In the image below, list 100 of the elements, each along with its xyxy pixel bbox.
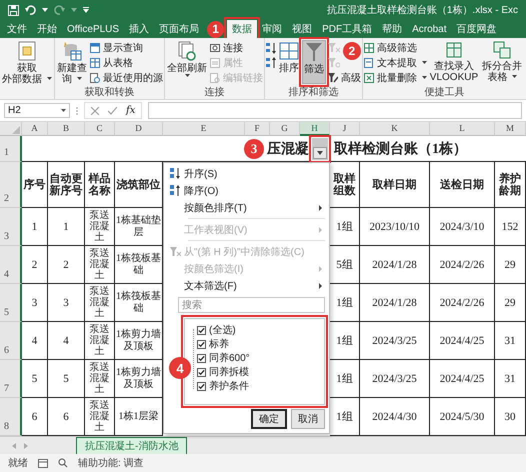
table-cell: 2024/4/25 xyxy=(430,360,495,398)
sort-button[interactable]: 排序 xyxy=(278,40,300,75)
sort-descending-button[interactable] xyxy=(266,55,276,70)
caret-icon[interactable] xyxy=(42,8,48,12)
save-icon[interactable] xyxy=(8,4,19,16)
table-cell: 泵送混凝土 xyxy=(85,360,115,398)
ribbon-tab[interactable]: 文件 xyxy=(2,20,32,38)
callout-number: 4 xyxy=(169,357,191,379)
menu-item[interactable]: 按颜色排序(T) xyxy=(166,199,325,216)
filter-dropdown-button[interactable] xyxy=(313,146,327,158)
clear-filter-button[interactable] xyxy=(328,40,340,55)
table-cell: 2024/3/25 xyxy=(360,360,430,398)
ribbon-tab[interactable]: 帮助 xyxy=(377,20,408,38)
ribbon-tab[interactable]: 视图 xyxy=(287,20,318,38)
row-header[interactable]: 2 xyxy=(0,162,22,208)
column-header[interactable]: E xyxy=(163,122,245,136)
row-header[interactable]: 5 xyxy=(0,284,22,322)
reapply-button[interactable] xyxy=(328,55,340,70)
column-header[interactable]: J xyxy=(330,122,360,136)
new-query-button[interactable]: 新建查 询 xyxy=(56,40,88,86)
sort-ascending-button[interactable] xyxy=(266,40,276,55)
get-external-data-button[interactable]: 获取 外部数据 xyxy=(1,40,53,86)
column-header[interactable]: D xyxy=(115,122,163,136)
column-header[interactable]: G xyxy=(270,122,300,136)
checkbox[interactable] xyxy=(197,340,206,348)
sort-ascending-icon xyxy=(266,42,276,54)
refresh-all-button[interactable]: 全部刷新 xyxy=(166,40,208,80)
filter-value-option[interactable]: 标养 xyxy=(197,337,324,351)
ribbon-tab[interactable]: Acrobat xyxy=(407,20,452,38)
checkbox[interactable] xyxy=(197,368,206,376)
accessibility-status[interactable]: 辅助功能: 调查 xyxy=(78,456,144,470)
window-title: 抗压混凝土取样检测台账（1栋）.xlsx - Exc xyxy=(326,4,518,17)
sheet-title: 压混凝 xyxy=(267,140,309,158)
row-header[interactable]: 3 xyxy=(0,208,22,246)
table-cell: 2024/2/26 xyxy=(430,246,495,284)
filter-value-option[interactable]: 同养600° xyxy=(197,351,324,365)
split-merge-button[interactable]: 拆分合并 表格 xyxy=(481,40,524,84)
funnel-cross-icon xyxy=(170,246,180,256)
drag-handle-icon[interactable] xyxy=(76,106,78,116)
customize-toolbar-icon[interactable] xyxy=(83,7,89,13)
formula-input[interactable] xyxy=(148,102,522,119)
search-field[interactable]: 搜索 xyxy=(178,297,325,313)
name-box[interactable]: H2 xyxy=(4,103,70,118)
column-header[interactable]: M xyxy=(495,122,526,136)
ribbon-tab[interactable]: OfficePLUS xyxy=(62,20,124,38)
column-header[interactable]: L xyxy=(430,122,495,136)
advanced-filter-button[interactable]: 高级筛选 xyxy=(364,40,427,55)
advanced-button[interactable]: 高级 xyxy=(328,70,361,85)
dialog-button[interactable]: 取消 xyxy=(291,409,325,429)
enter-icon[interactable] xyxy=(108,106,117,114)
column-header[interactable]: H xyxy=(300,122,330,136)
checkbox[interactable] xyxy=(197,326,206,334)
sheet-tab[interactable]: 抗压混凝土-消防水池 xyxy=(76,436,188,454)
menu-item[interactable]: 降序(O) xyxy=(166,182,325,199)
row-header[interactable]: 4 xyxy=(0,246,22,284)
undo-icon[interactable] xyxy=(25,4,36,16)
column-header[interactable]: K xyxy=(360,122,430,136)
table-cell: 泵送混凝土 xyxy=(85,208,115,246)
menu-item[interactable]: 升序(S) xyxy=(166,165,325,182)
filter-button[interactable]: 筛选 xyxy=(302,40,326,84)
funnel-pencil-icon xyxy=(328,72,338,82)
caret-icon xyxy=(422,61,427,64)
column-header[interactable]: A xyxy=(22,122,48,136)
ribbon-tab[interactable]: 页面布局 xyxy=(154,20,204,38)
row-header[interactable]: 7 xyxy=(0,360,22,398)
text-extract-button[interactable]: 文本提取 xyxy=(364,55,427,70)
cancel-icon[interactable] xyxy=(91,106,99,114)
ribbon-tab[interactable]: 数据 xyxy=(227,20,258,38)
show-queries-button[interactable]: 显示查询 xyxy=(90,40,163,55)
caret-icon xyxy=(185,74,190,77)
filter-value-option[interactable]: (全选) xyxy=(197,323,324,337)
ribbon-tab[interactable]: 百度网盘 xyxy=(452,20,502,38)
header-cell: 自动更新序号 xyxy=(48,162,85,208)
group-label: 排序和筛选 xyxy=(287,86,340,99)
ribbon-tab[interactable]: 插入 xyxy=(124,20,154,38)
insert-function-button[interactable]: fx xyxy=(126,105,136,116)
connections-button[interactable]: 连接 xyxy=(210,40,263,55)
filter-value-option[interactable]: 同养拆模 xyxy=(197,365,324,379)
document-icon xyxy=(18,41,36,61)
ribbon-tab[interactable]: 审阅 xyxy=(257,20,288,38)
dialog-button[interactable]: 确定 xyxy=(251,409,287,429)
table-cell: 2024/2/26 xyxy=(430,284,495,322)
batch-delete-button[interactable]: 批量删除 xyxy=(364,70,427,85)
ribbon-tab[interactable]: PDF工具箱 xyxy=(317,20,378,38)
checkbox[interactable] xyxy=(197,354,206,362)
column-header[interactable]: F xyxy=(245,122,270,136)
checkbox[interactable] xyxy=(197,382,206,390)
from-table-button[interactable]: 从表格 xyxy=(90,55,163,70)
table-cell: 3 xyxy=(48,284,85,322)
row-header[interactable]: 6 xyxy=(0,322,22,360)
ribbon-tab[interactable]: 开始 xyxy=(32,20,62,38)
filter-value-option[interactable]: 养护条件 xyxy=(197,379,324,393)
row-header[interactable]: 8 xyxy=(0,398,22,436)
menu-item[interactable]: 文本筛选(F) xyxy=(166,277,325,294)
lookup-button[interactable]: 查找录入 VLOOKUP xyxy=(428,40,480,84)
recent-sources-button[interactable]: 最近使用的源 xyxy=(90,70,163,85)
column-header[interactable]: C xyxy=(85,122,115,136)
column-header[interactable]: B xyxy=(48,122,85,136)
caret-icon xyxy=(61,109,66,112)
row-header[interactable]: 1 xyxy=(0,136,22,162)
